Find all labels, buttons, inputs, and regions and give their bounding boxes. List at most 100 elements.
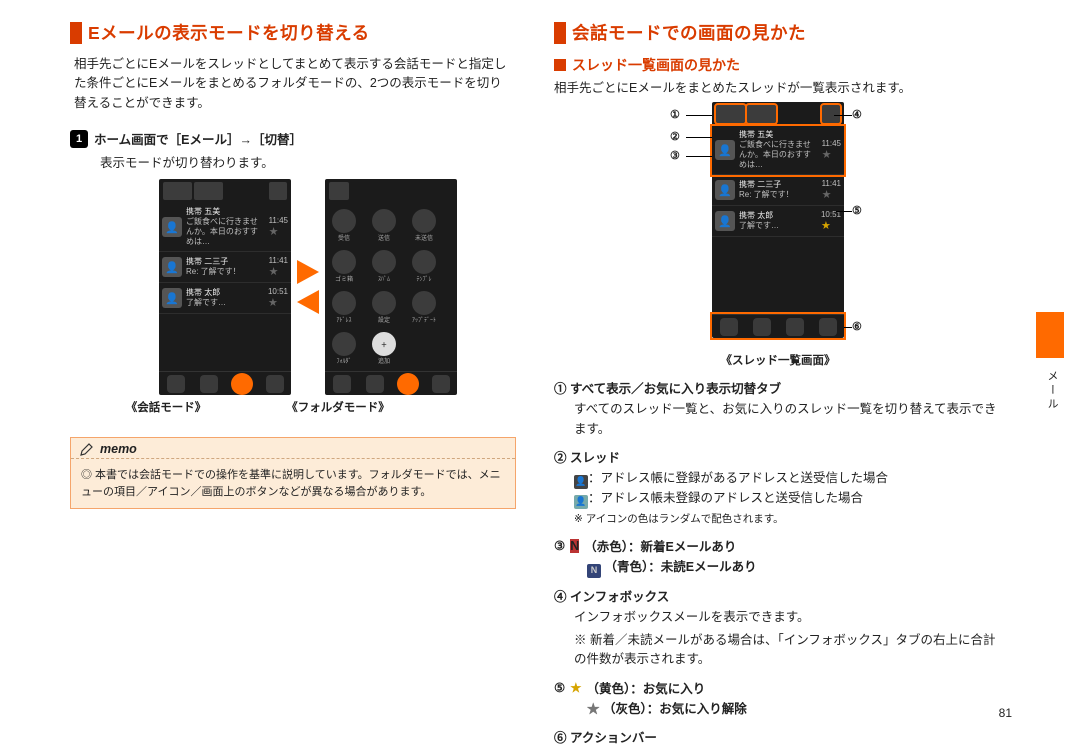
callout-1: ① [670, 108, 680, 121]
desc-5-heading: ⑤ ★ （黄色）：お気に入り [554, 678, 1000, 697]
subheading-accent-icon [554, 59, 566, 71]
compose-icon [167, 375, 185, 393]
folder-icon-label: 送信 [378, 233, 390, 242]
avatar-icon: 👤 [715, 180, 735, 200]
desc-1-body: すべてのスレッド一覧と、お気に入りのスレッド一覧を切り替えて表示できます。 [574, 400, 1000, 439]
thread-preview: ご飯食べに行きませんか。本日のおすすめは… [186, 217, 265, 247]
desc-4-heading: ④ インフォボックス [554, 586, 1000, 605]
folder-icon-label: ﾌｫﾙﾀﾞ [336, 356, 351, 365]
search-icon [366, 375, 384, 393]
step-row: 1 ホーム画面で［Eメール］→［切替］ [70, 129, 516, 148]
phone-shell: 受信 送信 未送信 ゴミ箱 ｽﾊﾟﾑ ﾃﾝﾌﾟﾚ ｱﾄﾞﾚｽ 設定 ｱｯﾌﾟﾃﾞ… [325, 179, 457, 395]
right-subheading-row: スレッド一覧画面の見かた [554, 55, 1000, 75]
tab-fav-icon [747, 105, 776, 123]
add-icon: ＋ [372, 332, 396, 356]
left-heading-row: Eメールの表示モードを切り替える [70, 20, 516, 45]
avatar-icon: 👤 [162, 288, 182, 308]
star-icon: ★ [822, 188, 841, 201]
desc-item-3: ③ N （赤色）：新着Eメールあり N （青色）：未読Eメールあり [554, 536, 1000, 578]
left-heading: Eメールの表示モードを切り替える [88, 20, 370, 45]
pencil-icon [79, 441, 95, 457]
tab-all-icon [716, 105, 745, 123]
section-tab-label: メール [1044, 370, 1060, 412]
compose-icon [333, 375, 351, 393]
action-bar [159, 371, 291, 395]
desc-3-blue-row: N （青色）：未読Eメールあり [587, 558, 1000, 578]
thread-item: 👤 携帯 二三子 Re: 了解です！ 11:41 ★ [712, 175, 844, 206]
thread-item: 👤 携帯 二三子 Re: 了解です！ 11:41 ★ [159, 252, 291, 283]
right-column: 会話モードでの画面の見かた スレッド一覧画面の見かた 相手先ごとにEメールをまと… [554, 20, 1000, 754]
phone-shell: 👤 携帯 五美 ご飯食べに行きませんか。本日のおすすめは… 11:45 ★ [712, 102, 844, 338]
heading-accent-bar [554, 22, 566, 44]
desc-2-heading: ② スレッド [554, 447, 1000, 466]
folder-icon-label: 追加 [378, 356, 390, 365]
memo-body: ◎ 本書では会話モードでの操作を基準に説明しています。フォルダモードでは、メニュ… [71, 459, 515, 508]
thread-preview: Re: 了解です！ [186, 267, 265, 277]
desc-item-5: ⑤ ★ （黄色）：お気に入り ★ （灰色）：お気に入り解除 [554, 678, 1000, 719]
avatar-icon: 👤 [162, 257, 182, 277]
desc-item-6: ⑥ アクションバー [554, 727, 1000, 746]
desc-3-blue: （青色）：未読Eメールあり [604, 560, 756, 574]
switch-icon [233, 375, 251, 393]
desc-2-line-a: ：アドレス帳に登録があるアドレスと送受信した場合 [588, 471, 888, 485]
folder-icon-label: 設定 [378, 315, 390, 324]
thread-item: 👤 携帯 太郎 了解です… 10:51 ★ [712, 206, 844, 237]
callout-4: ④ [852, 108, 862, 121]
desc-5-gray: （灰色）：お気に入り解除 [603, 702, 747, 716]
desc-1-heading: ① すべて表示／お気に入り表示切替タブ [554, 378, 1000, 397]
folder-icon-label: 未送信 [415, 233, 433, 242]
thread-preview: 了解です… [739, 221, 817, 231]
desc-item-4: ④ インフォボックス インフォボックスメールを表示できます。 ※ 新着／未読メー… [554, 586, 1000, 669]
search-icon [753, 318, 771, 336]
callout-5: ⑤ [852, 204, 862, 217]
desc-5-yellow: （黄色）：お気に入り [586, 678, 705, 697]
arrow-right-icon [297, 260, 319, 284]
unread-mail-icon: N [587, 564, 601, 578]
right-subheading: スレッド一覧画面の見かた [572, 55, 740, 75]
description-list: ① すべて表示／お気に入り表示切替タブ すべてのスレッド一覧と、お気に入りのスレ… [554, 378, 1000, 746]
thread-time: 11:45 [822, 139, 841, 148]
desc-6-heading: ⑥ アクションバー [554, 727, 1000, 746]
phone-tab-bar [159, 179, 291, 203]
page-number: 81 [999, 706, 1012, 720]
badge-icon [329, 182, 349, 200]
thread-name: 携帯 太郎 [739, 211, 817, 221]
right-heading: 会話モードでの画面の見かた [572, 20, 806, 45]
folder-icon-label: ゴミ箱 [335, 274, 353, 283]
search-icon [200, 375, 218, 393]
folder-icons-grid: 受信 送信 未送信 ゴミ箱 ｽﾊﾟﾑ ﾃﾝﾌﾟﾚ ｱﾄﾞﾚｽ 設定 ｱｯﾌﾟﾃﾞ… [325, 203, 457, 371]
thread-list-diagram: 👤 携帯 五美 ご飯食べに行きませんか。本日のおすすめは… 11:45 ★ [554, 102, 1000, 368]
right-heading-row: 会話モードでの画面の見かた [554, 20, 1000, 45]
phone-shell: 👤 携帯 五美 ご飯食べに行きませんか。本日のおすすめは… 11:45 ★ [159, 179, 291, 395]
switch-icon [786, 318, 804, 336]
new-mail-icon: N [570, 539, 579, 553]
callout-2: ② [670, 130, 680, 143]
unknown-contact-icon: 👤 [574, 495, 588, 509]
memo-header: memo [71, 438, 515, 459]
conversation-mode-caption: 《会話モード》 [100, 399, 232, 415]
star-icon: ★ [821, 219, 841, 232]
star-yellow-icon: ★ [570, 680, 581, 695]
thread-time: 11:41 [269, 256, 288, 265]
tab-info-icon [269, 182, 287, 200]
thread-preview: Re: 了解です！ [739, 190, 818, 200]
phone-conversation-mode: 👤 携帯 五美 ご飯食べに行きませんか。本日のおすすめは… 11:45 ★ [159, 179, 291, 395]
callout-6: ⑥ [852, 320, 862, 333]
thread-item: 👤 携帯 五美 ご飯食べに行きませんか。本日のおすすめは… 11:45 ★ [712, 126, 844, 175]
desc-item-1: ① すべて表示／お気に入り表示切替タブ すべてのスレッド一覧と、お気に入りのスレ… [554, 378, 1000, 439]
action-bar [325, 371, 457, 395]
thread-item: 👤 携帯 五美 ご飯食べに行きませんか。本日のおすすめは… 11:45 ★ [159, 203, 291, 252]
thread-name: 携帯 太郎 [186, 288, 264, 298]
phone-tab-bar [712, 102, 844, 126]
arrow-left-icon [297, 290, 319, 314]
star-icon: ★ [269, 225, 288, 238]
star-icon: ★ [822, 148, 841, 161]
phone-folder-mode: 受信 送信 未送信 ゴミ箱 ｽﾊﾟﾑ ﾃﾝﾌﾟﾚ ｱﾄﾞﾚｽ 設定 ｱｯﾌﾟﾃﾞ… [325, 179, 457, 395]
contact-icon: 👤 [574, 475, 588, 489]
folder-mode-caption: 《フォルダモード》 [272, 399, 404, 415]
thread-time: 10:51 [268, 287, 288, 296]
left-intro: 相手先ごとにEメールをスレッドとしてまとめて表示する会話モードと指定した条件ごと… [74, 55, 512, 113]
more-icon [266, 375, 284, 393]
folder-icon-label: 受信 [338, 233, 350, 242]
memo-label: memo [100, 442, 137, 456]
